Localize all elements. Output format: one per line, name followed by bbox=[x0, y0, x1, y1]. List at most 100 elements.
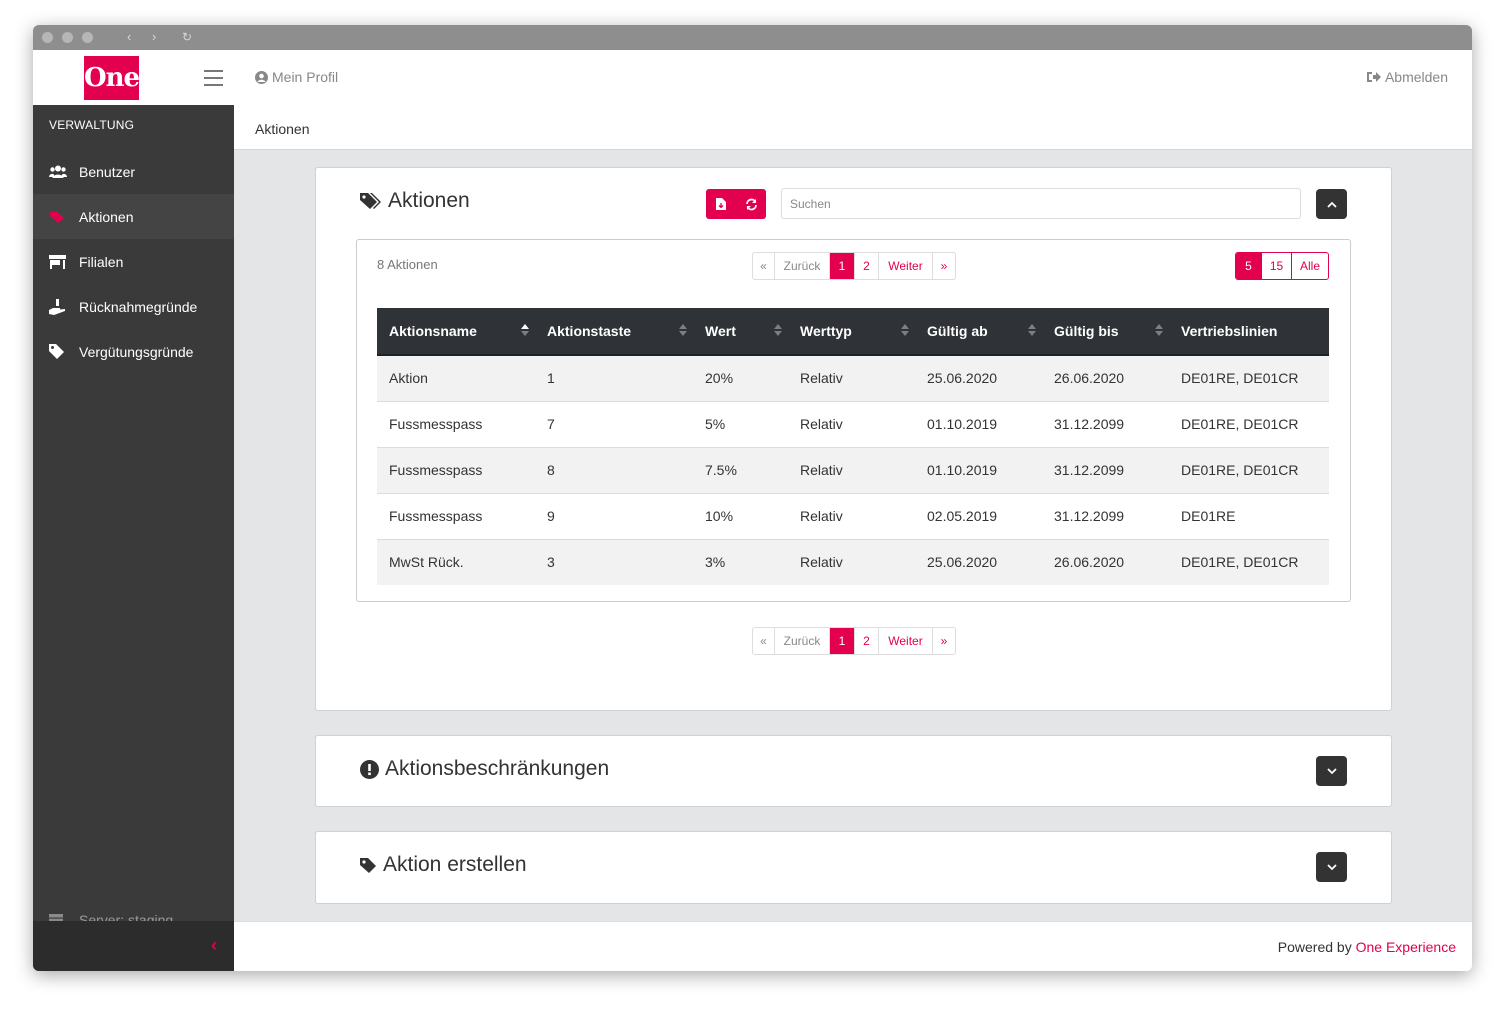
column-header-vertriebslinien[interactable]: Vertriebslinien bbox=[1169, 308, 1329, 356]
title-bar: ‹ › ↻ bbox=[33, 25, 1472, 50]
brand-logo[interactable]: One bbox=[84, 56, 140, 100]
expand-restrictions-button[interactable] bbox=[1316, 756, 1347, 786]
cell-vertriebslinien: DE01RE, DE01CR bbox=[1169, 354, 1329, 401]
sort-icon bbox=[1028, 324, 1036, 336]
refresh-button[interactable] bbox=[736, 189, 766, 219]
heart-tag-icon bbox=[49, 210, 79, 224]
export-file-button[interactable] bbox=[706, 189, 736, 219]
sidebar-item-aktionen[interactable]: Aktionen bbox=[33, 194, 234, 239]
main-content: Aktionen Aktionen 8 Aktionen bbox=[234, 105, 1472, 921]
minimize-window-dot[interactable] bbox=[62, 32, 73, 43]
sidebar-item-verguetungsgruende[interactable]: Vergütungsgründe bbox=[33, 329, 234, 374]
next-page-button[interactable]: Weiter bbox=[879, 253, 933, 279]
cell-werttyp: Relativ bbox=[788, 400, 915, 447]
cell-gueltig-bis: 31.12.2099 bbox=[1042, 446, 1169, 493]
column-header-label: Werttyp bbox=[800, 323, 852, 339]
maximize-window-dot[interactable] bbox=[82, 32, 93, 43]
page-size-all-button[interactable]: Alle bbox=[1292, 253, 1328, 279]
logout-label: Abmelden bbox=[1384, 69, 1448, 85]
column-header-gueltig-bis[interactable]: Gültig bis bbox=[1042, 308, 1169, 356]
table-header-row: Aktionsname Aktionstaste Wert Werttyp Gü… bbox=[377, 308, 1329, 356]
my-profile-link[interactable]: Mein Profil bbox=[255, 69, 338, 85]
sort-icon bbox=[1155, 324, 1163, 336]
table-row[interactable]: Fussmesspass 8 7.5% Relativ 01.10.2019 3… bbox=[377, 446, 1329, 493]
cell-gueltig-ab: 25.06.2020 bbox=[915, 538, 1042, 585]
column-header-aktionsname[interactable]: Aktionsname bbox=[377, 308, 535, 356]
table-row[interactable]: MwSt Rück. 3 3% Relativ 25.06.2020 26.06… bbox=[377, 538, 1329, 585]
cell-aktionstaste: 3 bbox=[535, 538, 693, 585]
column-header-werttyp[interactable]: Werttyp bbox=[788, 308, 915, 356]
first-page-button[interactable]: « bbox=[753, 628, 775, 654]
actions-toolbar bbox=[706, 189, 766, 219]
hamburger-menu-icon[interactable] bbox=[204, 70, 223, 91]
page-2-button[interactable]: 2 bbox=[855, 253, 879, 279]
search-input[interactable] bbox=[781, 188, 1301, 219]
browser-window: ‹ › ↻ One VERWALTUNG Benutzer Aktionen F… bbox=[33, 25, 1472, 971]
page-size-5-button[interactable]: 5 bbox=[1236, 253, 1262, 279]
sidebar-item-benutzer[interactable]: Benutzer bbox=[33, 149, 234, 194]
logout-link[interactable]: Abmelden bbox=[1366, 69, 1448, 85]
sidebar-item-label: Aktionen bbox=[79, 208, 134, 225]
column-header-gueltig-ab[interactable]: Gültig ab bbox=[915, 308, 1042, 356]
first-page-button[interactable]: « bbox=[753, 253, 775, 279]
my-profile-label: Mein Profil bbox=[272, 69, 339, 85]
sort-icon bbox=[521, 324, 529, 336]
user-circle-icon bbox=[255, 70, 268, 84]
close-window-dot[interactable] bbox=[42, 32, 53, 43]
cell-wert: 7.5% bbox=[693, 446, 788, 493]
table-row[interactable]: Fussmesspass 7 5% Relativ 01.10.2019 31.… bbox=[377, 400, 1329, 447]
sidebar-section-title: VERWALTUNG bbox=[49, 118, 135, 132]
restrictions-card: Aktionsbeschränkungen bbox=[315, 735, 1392, 807]
page-1-button[interactable]: 1 bbox=[830, 253, 855, 279]
cell-gueltig-bis: 31.12.2099 bbox=[1042, 400, 1169, 447]
next-page-button[interactable]: Weiter bbox=[879, 628, 933, 654]
one-experience-link[interactable]: One Experience bbox=[1356, 939, 1456, 955]
page-2-button[interactable]: 2 bbox=[855, 628, 879, 654]
sidebar-item-label: Rücknahmegründe bbox=[79, 298, 198, 315]
chevron-down-icon bbox=[1326, 767, 1337, 774]
column-header-aktionstaste[interactable]: Aktionstaste bbox=[535, 308, 693, 356]
reload-icon[interactable]: ↻ bbox=[182, 29, 192, 45]
cell-wert: 10% bbox=[693, 492, 788, 539]
page-size-15-button[interactable]: 15 bbox=[1262, 253, 1292, 279]
cell-gueltig-bis: 26.06.2020 bbox=[1042, 538, 1169, 585]
cell-gueltig-bis: 26.06.2020 bbox=[1042, 354, 1169, 401]
tag-icon bbox=[49, 344, 79, 359]
sidebar-item-label: Filialen bbox=[79, 253, 124, 270]
cell-gueltig-ab: 01.10.2019 bbox=[915, 446, 1042, 493]
table-row[interactable]: Aktion 1 20% Relativ 25.06.2020 26.06.20… bbox=[377, 354, 1329, 401]
sidebar-item-ruecknahmegruende[interactable]: Rücknahmegründe bbox=[33, 284, 234, 329]
last-page-button[interactable]: » bbox=[933, 628, 955, 654]
page-1-button[interactable]: 1 bbox=[830, 628, 855, 654]
column-header-label: Wert bbox=[705, 323, 736, 339]
restrictions-card-title: Aktionsbeschränkungen bbox=[360, 757, 609, 781]
sidebar-footer: ‹ bbox=[33, 921, 234, 971]
chevron-up-icon bbox=[1326, 201, 1337, 208]
exclamation-circle-icon bbox=[360, 759, 379, 779]
actions-table-panel: 8 Aktionen « Zurück 1 2 Weiter » 5 15 Al… bbox=[356, 239, 1351, 602]
column-header-label: Aktionstaste bbox=[547, 323, 632, 339]
expand-create-action-button[interactable] bbox=[1316, 852, 1347, 882]
sort-icon bbox=[679, 324, 687, 336]
cell-aktionstaste: 7 bbox=[535, 400, 693, 447]
column-header-wert[interactable]: Wert bbox=[693, 308, 788, 356]
collapse-sidebar-icon[interactable]: ‹ bbox=[211, 935, 217, 956]
sidebar-item-label: Benutzer bbox=[79, 163, 136, 180]
cell-aktionsname: Aktion bbox=[377, 354, 535, 401]
collapse-actions-button[interactable] bbox=[1316, 189, 1347, 219]
table-row[interactable]: Fussmesspass 9 10% Relativ 02.05.2019 31… bbox=[377, 492, 1329, 539]
forward-icon[interactable]: › bbox=[152, 29, 156, 45]
sort-icon bbox=[901, 324, 909, 336]
users-icon bbox=[49, 165, 79, 178]
back-icon[interactable]: ‹ bbox=[127, 29, 131, 45]
cell-aktionstaste: 1 bbox=[535, 354, 693, 401]
cell-gueltig-ab: 01.10.2019 bbox=[915, 400, 1042, 447]
last-page-button[interactable]: » bbox=[933, 253, 955, 279]
cell-aktionsname: Fussmesspass bbox=[377, 400, 535, 447]
powered-by-text: Powered by One Experience bbox=[1278, 939, 1456, 955]
prev-page-button[interactable]: Zurück bbox=[775, 628, 830, 654]
sort-icon bbox=[774, 324, 782, 336]
sidebar-item-filialen[interactable]: Filialen bbox=[33, 239, 234, 284]
cell-aktionsname: MwSt Rück. bbox=[377, 538, 535, 585]
prev-page-button[interactable]: Zurück bbox=[775, 253, 830, 279]
